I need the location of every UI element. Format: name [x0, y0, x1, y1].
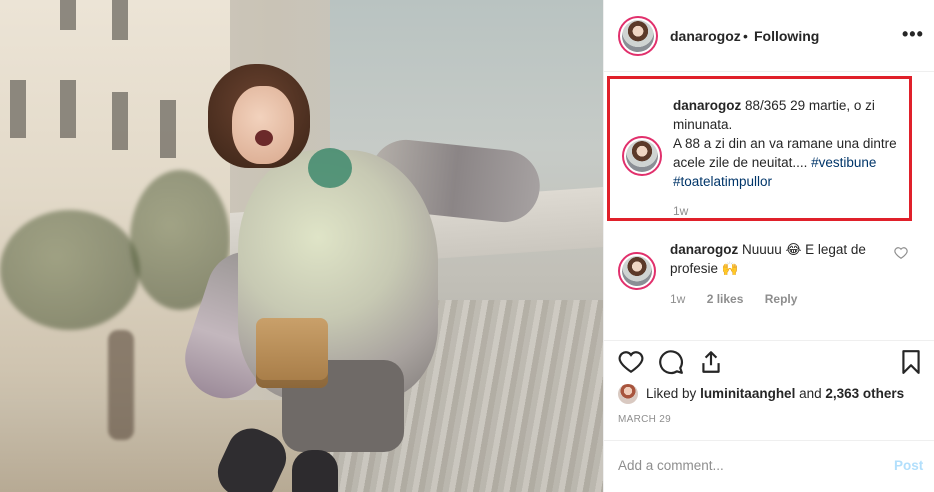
building-window [60, 0, 76, 30]
post-header: danarogoz • Following ••• [604, 0, 934, 72]
woman-mouth [255, 130, 273, 146]
post-photo[interactable] [0, 0, 603, 492]
header-username[interactable]: danarogoz [670, 28, 741, 44]
heart-icon[interactable] [618, 349, 644, 375]
bookmark-icon[interactable] [898, 349, 924, 375]
liked-prefix: Liked by [646, 386, 697, 401]
building-window [112, 92, 128, 150]
caption-username[interactable]: danarogoz [673, 98, 741, 113]
following-button[interactable]: Following [754, 28, 819, 44]
liked-by-text: Liked by luminitaanghel and 2,363 others [646, 386, 904, 401]
comment-item: danarogoz Nuuuu 😂 E legat de profesie 🙌 … [604, 232, 934, 322]
woman-face [232, 86, 294, 164]
background-tree [0, 210, 140, 330]
avatar[interactable] [618, 16, 658, 56]
heart-icon[interactable] [894, 246, 908, 260]
comment-input[interactable] [618, 458, 868, 473]
woman-leg [292, 450, 338, 492]
hashtag-link[interactable]: #toatelatimpullor [673, 174, 772, 189]
comment-composer: Post [604, 440, 934, 492]
liked-suffix: and [799, 386, 822, 401]
caption-time[interactable]: 1w [673, 204, 688, 218]
liked-others[interactable]: 2,363 others [825, 386, 904, 401]
avatar[interactable] [622, 136, 662, 176]
separator-dot: • [743, 28, 748, 44]
sweater-patch [308, 148, 352, 188]
reply-button[interactable]: Reply [765, 292, 798, 306]
avatar[interactable] [618, 252, 656, 290]
comment-meta: 1w 2 likes Reply [670, 292, 815, 306]
background-person [108, 330, 134, 440]
avatar[interactable] [618, 384, 638, 404]
comment-text: danarogoz Nuuuu 😂 E legat de profesie 🙌 [670, 240, 890, 278]
handbag [256, 318, 328, 388]
comment-time[interactable]: 1w [670, 292, 685, 306]
comment-icon[interactable] [658, 349, 684, 375]
caption-highlight: danarogoz 88/365 29 martie, o zi minunat… [607, 76, 912, 221]
building-window [10, 80, 26, 138]
building-window [160, 100, 176, 158]
comment-username[interactable]: danarogoz [670, 242, 738, 257]
building-window [60, 80, 76, 138]
hashtag-link[interactable]: #vestibune [811, 155, 876, 170]
more-horizontal-icon[interactable]: ••• [902, 24, 924, 45]
post-button[interactable]: Post [894, 458, 923, 473]
comment-likes[interactable]: 2 likes [707, 292, 744, 306]
action-bar [604, 340, 934, 380]
share-icon[interactable] [698, 349, 724, 375]
liked-user[interactable]: luminitaanghel [700, 386, 795, 401]
post-date[interactable]: MARCH 29 [618, 414, 671, 425]
caption-text: danarogoz 88/365 29 martie, o zi minunat… [673, 96, 907, 191]
building-window [112, 0, 128, 40]
post-sidebar: danarogoz • Following ••• danarogoz 88/3… [603, 0, 934, 492]
